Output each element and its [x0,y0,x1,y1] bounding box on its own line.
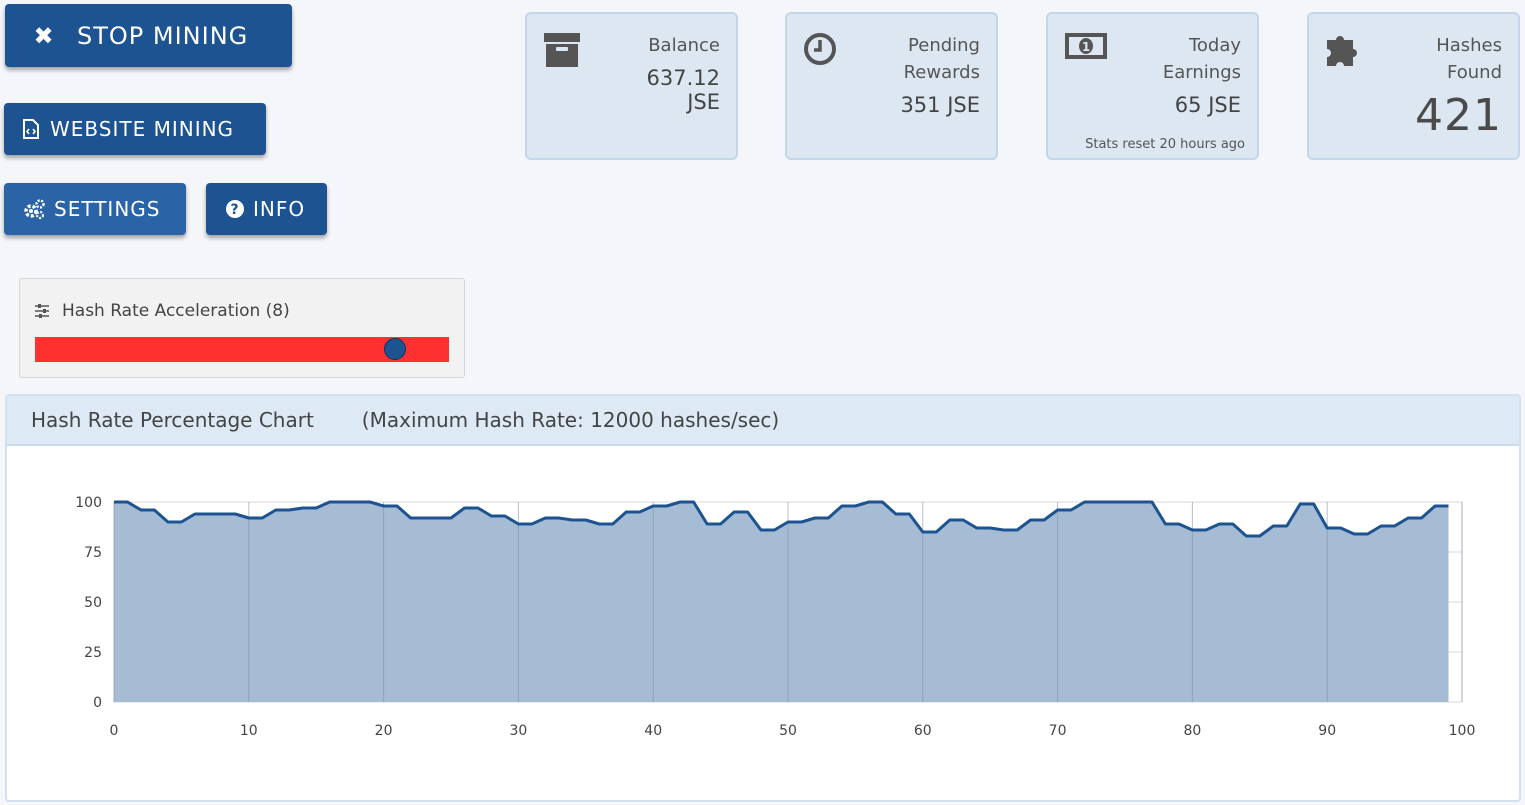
x-tick-label: 0 [110,723,119,739]
y-tick-label: 100 [75,495,102,511]
hashes-label: Hashes Found [1436,32,1502,86]
website-mining-label: WEBSITE MINING [50,117,235,141]
x-tick-label: 20 [375,723,393,739]
today-label-line1: Today [1188,35,1241,56]
chart-subtitle: (Maximum Hash Rate: 12000 hashes/sec) [361,408,780,432]
y-tick-label: 0 [93,695,102,711]
balance-card: Balance 637.12 JSE [525,12,738,160]
hashes-value: 421 [1415,90,1502,141]
hash-rate-area [114,502,1449,702]
x-tick-label: 70 [1049,723,1067,739]
sliders-icon [34,304,50,318]
hash-rate-chart: 100 75 50 25 00 10 20 30 40 50 60 70 80 90 100 [75,495,1476,739]
x-tick-label: 30 [509,723,527,739]
today-label-line2: Earnings [1162,62,1241,83]
settings-button[interactable]: SETTINGS [4,183,186,235]
money-icon: 1 [1064,32,1108,64]
chart-title: Hash Rate Percentage Chart [31,408,314,432]
code-file-icon [22,119,40,139]
hash-rate-chart-panel: Hash Rate Percentage Chart (Maximum Hash… [5,394,1521,802]
stop-mining-label: STOP MINING [77,21,249,50]
info-button[interactable]: ? INFO [206,183,327,235]
svg-text:1: 1 [1082,40,1090,54]
svg-text:?: ? [230,202,239,218]
pending-value: 351 JSE [900,93,980,117]
balance-value: 637.12 [646,66,720,90]
pending-label: Pending Rewards [904,32,980,86]
hash-rate-acceleration-slider[interactable] [35,337,449,362]
hash-rate-acceleration-label: Hash Rate Acceleration (8) [62,301,290,321]
pending-rewards-card: Pending Rewards 351 JSE [785,12,998,160]
hashes-label-line2: Found [1447,62,1502,83]
today-value: 65 JSE [1174,93,1241,117]
puzzle-icon [1325,32,1365,72]
slider-thumb[interactable] [384,338,407,360]
question-circle-icon: ? [225,199,245,219]
x-tick-label: 10 [240,723,258,739]
gears-icon [22,198,46,220]
x-tick-label: 60 [914,723,932,739]
y-tick-label: 50 [84,595,102,611]
archive-icon [543,32,581,72]
y-tick-label: 75 [84,545,102,561]
stop-mining-button[interactable]: ✖ STOP MINING [5,4,292,67]
hashes-label-line1: Hashes [1436,35,1502,56]
info-label: INFO [253,197,306,221]
clock-icon [803,32,837,70]
x-tick-label: 100 [1449,723,1476,739]
pending-label-line1: Pending [908,35,980,56]
pending-label-line2: Rewards [903,62,980,83]
x-tick-label: 40 [644,723,662,739]
today-earnings-card: 1 Today Earnings 65 JSE Stats reset 20 h… [1046,12,1259,160]
balance-unit: JSE [687,90,720,114]
website-mining-button[interactable]: WEBSITE MINING [4,103,266,155]
x-tick-label: 50 [779,723,797,739]
chart-header: Hash Rate Percentage Chart (Maximum Hash… [7,396,1519,446]
x-tick-label: 90 [1318,723,1336,739]
today-label: Today Earnings [1163,32,1241,86]
y-tick-label: 25 [84,645,102,661]
balance-label: Balance [648,35,720,56]
close-icon: ✖ [33,21,55,50]
x-tick-label: 80 [1183,723,1201,739]
hashes-found-card: Hashes Found 421 [1307,12,1520,160]
stats-reset-note: Stats reset 20 hours ago [1085,137,1245,152]
hash-rate-acceleration-panel: Hash Rate Acceleration (8) [19,278,465,378]
settings-label: SETTINGS [54,197,161,221]
